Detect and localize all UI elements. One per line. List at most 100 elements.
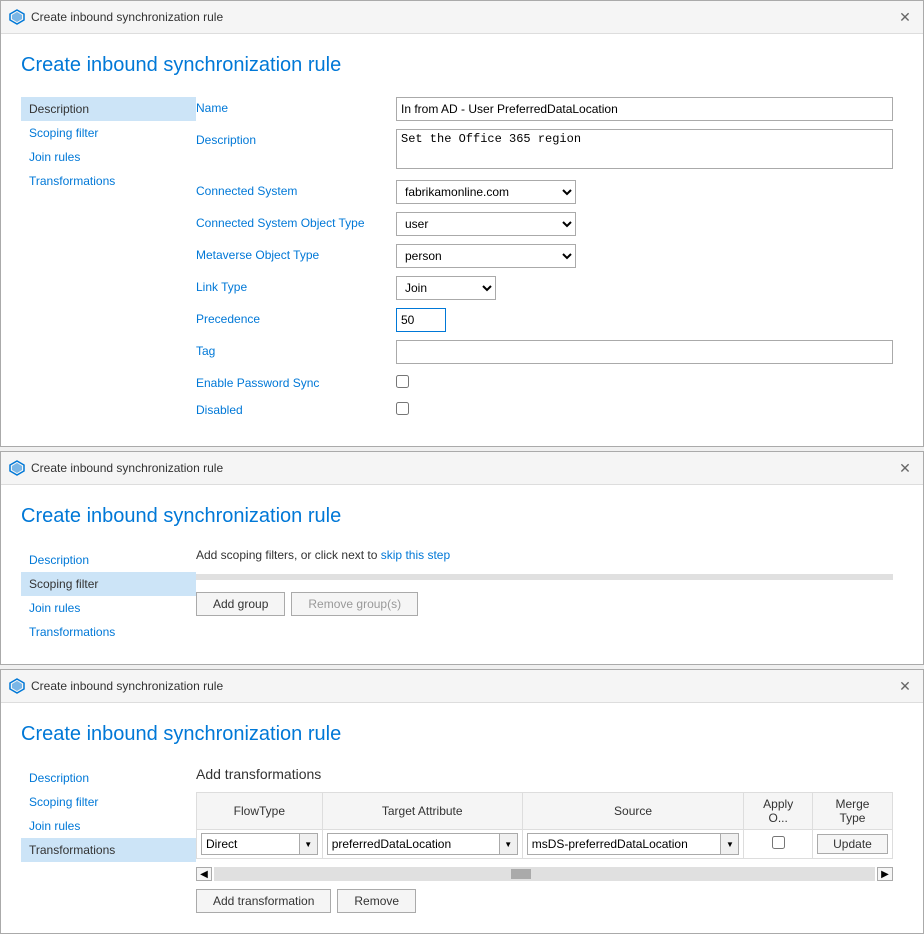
mv-object-type-control: person [396,244,893,268]
window-content-1: Create inbound synchronization rule Desc… [1,34,923,446]
nav-item-description-3[interactable]: Description [21,766,196,790]
precedence-input[interactable] [396,308,446,332]
add-transformation-button[interactable]: Add transformation [196,889,331,913]
cs-object-type-select[interactable]: user [396,212,576,236]
scroll-right-button[interactable]: ▶ [877,867,893,881]
field-row-connected-system: Connected System fabrikamonline.com [196,180,893,204]
nav-item-description-1[interactable]: Description [21,97,196,121]
nav-item-transformations-3[interactable]: Transformations [21,838,196,862]
mv-object-type-select[interactable]: person [396,244,576,268]
transform-table: FlowType Target Attribute Source Apply O… [196,792,893,859]
nav-item-scoping-3[interactable]: Scoping filter [21,790,196,814]
scoping-fields: Add scoping filters, or click next to sk… [196,548,893,644]
nav-panel-3: Description Scoping filter Join rules Tr… [21,766,196,913]
col-header-target: Target Attribute [322,793,522,830]
link-type-label: Link Type [196,276,386,294]
precedence-label: Precedence [196,308,386,326]
close-button-3[interactable]: ✕ [895,676,915,696]
link-type-control: Join [396,276,893,300]
flowtype-select[interactable]: Direct Constant Expression [201,833,300,855]
description-input[interactable]: Set the Office 365 region [396,129,893,169]
scroll-left-button[interactable]: ◀ [196,867,212,881]
window-content-2: Create inbound synchronization rule Desc… [1,485,923,664]
remove-groups-button[interactable]: Remove group(s) [291,592,418,616]
transform-title: Add transformations [196,766,893,782]
target-attribute-select[interactable]: preferredDataLocation [327,833,500,855]
source-select[interactable]: msDS-preferredDataLocation [527,833,722,855]
nav-item-join-1[interactable]: Join rules [21,145,196,169]
horizontal-scrollbar: ◀ ▶ [196,867,893,881]
cs-object-type-control: user [396,212,893,236]
source-dropdown-arrow[interactable]: ▼ [721,833,739,855]
cell-source: msDS-preferredDataLocation ▼ [522,830,744,859]
table-header-row: FlowType Target Attribute Source Apply O… [197,793,893,830]
nav-item-description-2[interactable]: Description [21,548,196,572]
window-title-text-3: Create inbound synchronization rule [31,679,889,693]
flowtype-dropdown-arrow[interactable]: ▼ [300,833,318,855]
window-heading-2: Create inbound synchronization rule [21,505,893,528]
filter-buttons: Add group Remove group(s) [196,592,893,616]
title-bar-2: Create inbound synchronization rule ✕ [1,452,923,485]
col-header-source: Source [522,793,744,830]
app-icon-2 [9,460,25,476]
filter-bar [196,574,893,580]
target-dropdown-arrow[interactable]: ▼ [500,833,518,855]
window-title-text-2: Create inbound synchronization rule [31,461,889,475]
transform-bottom-buttons: Add transformation Remove [196,889,893,913]
nav-item-transformations-2[interactable]: Transformations [21,620,196,644]
window-heading-1: Create inbound synchronization rule [21,54,893,77]
tag-control [396,340,893,364]
scroll-track[interactable] [214,867,875,881]
field-row-name: Name [196,97,893,121]
cell-apply-once [744,830,813,859]
window-title-text-1: Create inbound synchronization rule [31,10,889,24]
field-row-password-sync: Enable Password Sync [196,372,893,391]
precedence-control [396,308,893,332]
password-sync-checkbox[interactable] [396,375,409,388]
connected-system-select[interactable]: fabrikamonline.com [396,180,576,204]
field-row-link-type: Link Type Join [196,276,893,300]
password-sync-control [396,372,893,391]
source-cell-content: msDS-preferredDataLocation ▼ [527,833,740,855]
cell-target: preferredDataLocation ▼ [322,830,522,859]
remove-transformation-button[interactable]: Remove [337,889,416,913]
scoping-text-prefix: Add scoping filters, or click next to [196,548,377,562]
flowtype-cell-content: Direct Constant Expression ▼ [201,833,318,855]
nav-item-join-2[interactable]: Join rules [21,596,196,620]
connected-system-label: Connected System [196,180,386,198]
apply-once-checkbox[interactable] [772,836,785,849]
disabled-label: Disabled [196,399,386,417]
nav-item-scoping-2[interactable]: Scoping filter [21,572,196,596]
merge-type-button[interactable]: Update [817,834,888,854]
scroll-thumb [511,869,531,879]
title-bar-1: Create inbound synchronization rule ✕ [1,1,923,34]
field-row-precedence: Precedence [196,308,893,332]
name-control [396,97,893,121]
nav-item-transformations-1[interactable]: Transformations [21,169,196,193]
nav-item-scoping-1[interactable]: Scoping filter [21,121,196,145]
app-icon-1 [9,9,25,25]
field-row-description: Description Set the Office 365 region [196,129,893,172]
close-button-1[interactable]: ✕ [895,7,915,27]
connected-system-control: fabrikamonline.com [396,180,893,204]
tag-input[interactable] [396,340,893,364]
close-button-2[interactable]: ✕ [895,458,915,478]
name-label: Name [196,97,386,115]
add-group-button[interactable]: Add group [196,592,285,616]
scoping-text-link[interactable]: skip this step [381,548,450,562]
disabled-checkbox[interactable] [396,402,409,415]
tag-label: Tag [196,340,386,358]
name-input[interactable] [396,97,893,121]
col-header-apply: Apply O... [744,793,813,830]
form-layout-1: Description Scoping filter Join rules Tr… [21,97,893,426]
window-content-3: Create inbound synchronization rule Desc… [1,703,923,933]
nav-item-join-3[interactable]: Join rules [21,814,196,838]
transform-fields: Add transformations FlowType Target Attr… [196,766,893,913]
disabled-control [396,399,893,418]
password-sync-label: Enable Password Sync [196,372,386,390]
target-cell-content: preferredDataLocation ▼ [327,833,518,855]
nav-panel-2: Description Scoping filter Join rules Tr… [21,548,196,644]
window-3: Create inbound synchronization rule ✕ Cr… [0,669,924,934]
link-type-select[interactable]: Join [396,276,496,300]
col-header-merge: Merge Type [812,793,892,830]
